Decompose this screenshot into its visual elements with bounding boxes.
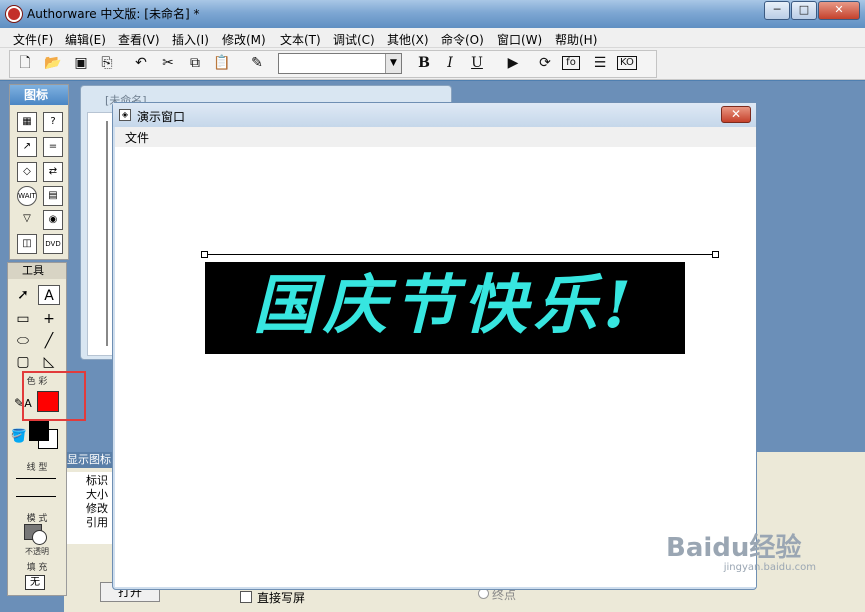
erase-icon[interactable]: ◇ [17,162,37,182]
presentation-window-titlebar: ◈ 演示窗口 ✕ [113,103,756,127]
text-tool-icon[interactable]: A [38,285,60,305]
functions-icon[interactable]: fo [562,56,580,70]
text-object-banner[interactable]: 国庆节快乐! [205,262,685,354]
menu-other[interactable]: 其他(X) [387,31,429,48]
new-icon[interactable]: 🗋 [15,54,35,72]
presentation-window-icon: ◈ [119,109,131,121]
font-combo[interactable]: ▼ [278,53,402,74]
navigate-icon[interactable]: ⇄ [43,162,63,182]
wait-icon[interactable]: WAIT [17,186,37,206]
decision-icon[interactable]: ▽ [17,210,37,230]
paste-icon[interactable]: 📋 [212,54,232,72]
mode-circle-icon [32,530,47,545]
presentation-close-button[interactable]: ✕ [721,106,751,123]
properties-label-size: 大小 [86,488,108,501]
maximize-button[interactable]: □ [791,1,817,20]
run-icon[interactable]: ▶ [503,54,523,72]
menu-edit[interactable]: 编辑(E) [65,31,106,48]
direct-write-checkbox[interactable] [240,591,252,603]
close-button[interactable]: ✕ [818,1,860,20]
menu-window[interactable]: 窗口(W) [497,31,542,48]
menu-bar: 文件(F) 编辑(E) 查看(V) 插入(I) 修改(M) 文本(T) 调试(C… [0,28,865,48]
rounded-rect-tool-icon[interactable]: ▢ [12,352,34,372]
underline-button[interactable]: U [467,54,487,72]
properties-preview: 标识 大小 修改 引用 [64,472,112,544]
line-style-thin-2[interactable] [16,496,56,497]
restart-icon[interactable]: ⟳ [535,54,555,72]
display-icon[interactable]: ▦ [17,112,37,132]
presentation-canvas[interactable]: 国庆节快乐! [115,147,756,587]
tools-panel-title: 工具 [8,263,66,279]
properties-title: 显示图标 [64,452,112,468]
mode-section-label: 模 式 [26,514,48,524]
icon-palette-title: 图标 [10,85,68,105]
icon-palette: 图标 ▦ ? ↗ = ◇ ⇄ WAIT ▤ ▽ ◉ ◫ DVD [9,84,69,260]
find-icon[interactable]: ✎ [247,54,267,72]
fill-section-label: 填 充 [26,563,48,573]
calculation-icon[interactable]: = [43,137,63,157]
group-icon[interactable]: ◫ [17,234,37,254]
menu-debug[interactable]: 调试(C) [333,31,375,48]
framework-icon[interactable]: ▤ [43,186,63,206]
toolbar: 🗋 📂 ▣ ⎘ ↶ ✂ ⧉ 📋 ✎ ▼ B I U ▶ ⟳ fo ☰ KO [0,48,865,80]
fill-pattern-value[interactable]: 无 [25,575,45,590]
highlight-box [22,371,86,421]
line-section-label: 线 型 [26,463,48,473]
menu-text[interactable]: 文本(T) [280,31,321,48]
italic-button[interactable]: I [440,54,460,72]
menu-insert[interactable]: 插入(I) [172,31,209,48]
import-icon[interactable]: ⎘ [97,54,117,72]
menu-file[interactable]: 文件(F) [13,31,53,48]
minimize-button[interactable]: ─ [764,1,790,20]
mode-value: 不透明 [25,547,49,556]
interaction-icon[interactable]: ? [43,112,63,132]
straight-line-tool-icon[interactable]: + [38,309,60,329]
properties-label-modified: 修改 [86,502,108,515]
menu-help[interactable]: 帮助(H) [555,31,597,48]
watermark-url: jingyan.baidu.com [723,562,816,573]
direct-write-label: 直接写屏 [257,591,306,605]
menu-command[interactable]: 命令(O) [441,31,484,48]
undo-icon[interactable]: ↶ [131,54,151,72]
diagonal-line-tool-icon[interactable]: ╱ [38,331,60,351]
line-style-thin[interactable] [16,478,56,479]
dvd-icon[interactable]: DVD [43,234,63,254]
properties-label-ref: 引用 [86,516,108,529]
flowline [106,121,108,346]
properties-label-id: 标识 [86,474,108,487]
bold-button[interactable]: B [414,54,434,72]
fill-bucket-icon[interactable]: 🪣 [8,427,30,447]
banner-text: 国庆节快乐! [252,268,638,343]
text-box-guide-line [205,254,715,255]
knowledge-objects-icon[interactable]: KO [617,56,637,70]
presentation-window-title: 演示窗口 [137,110,186,124]
right-margin-handle[interactable] [712,251,719,258]
variables-icon[interactable]: ☰ [590,54,610,72]
tools-panel: 工具 ➚ A ▭ + ⬭ ╱ ▢ ◺ 色 彩 ✎ A 🪣 线 型 模 式 不透明… [7,262,67,596]
pointer-tool-icon[interactable]: ➚ [12,285,34,305]
copy-icon[interactable]: ⧉ [185,54,205,72]
window-title: Authorware 中文版: [未命名] * [27,7,200,21]
open-icon[interactable]: 📂 [43,54,63,72]
save-all-icon[interactable]: ▣ [71,54,91,72]
presentation-menu-bar: 文件 [115,127,756,147]
cut-icon[interactable]: ✂ [158,54,178,72]
presentation-menu-file[interactable]: 文件 [125,129,149,146]
digital-movie-icon[interactable]: ◉ [43,210,63,230]
rectangle-tool-icon[interactable]: ▭ [12,309,34,329]
motion-icon[interactable]: ↗ [17,137,37,157]
menu-view[interactable]: 查看(V) [118,31,160,48]
title-bar: Authorware 中文版: [未命名] * ─ □ ✕ [0,0,865,28]
chevron-down-icon[interactable]: ▼ [385,54,401,73]
ellipse-tool-icon[interactable]: ⬭ [12,331,34,351]
presentation-window: ◈ 演示窗口 ✕ 文件 国庆节快乐! [112,102,757,590]
fill-color-swatch[interactable] [29,421,49,441]
watermark-brand: Baidu经验 [666,533,802,563]
authorware-logo-icon [6,6,22,22]
left-margin-handle[interactable] [201,251,208,258]
polygon-tool-icon[interactable]: ◺ [38,352,60,372]
baidu-watermark: Baidu经验 jingyan.baidu.com [666,534,816,573]
menu-modify[interactable]: 修改(M) [222,31,266,48]
